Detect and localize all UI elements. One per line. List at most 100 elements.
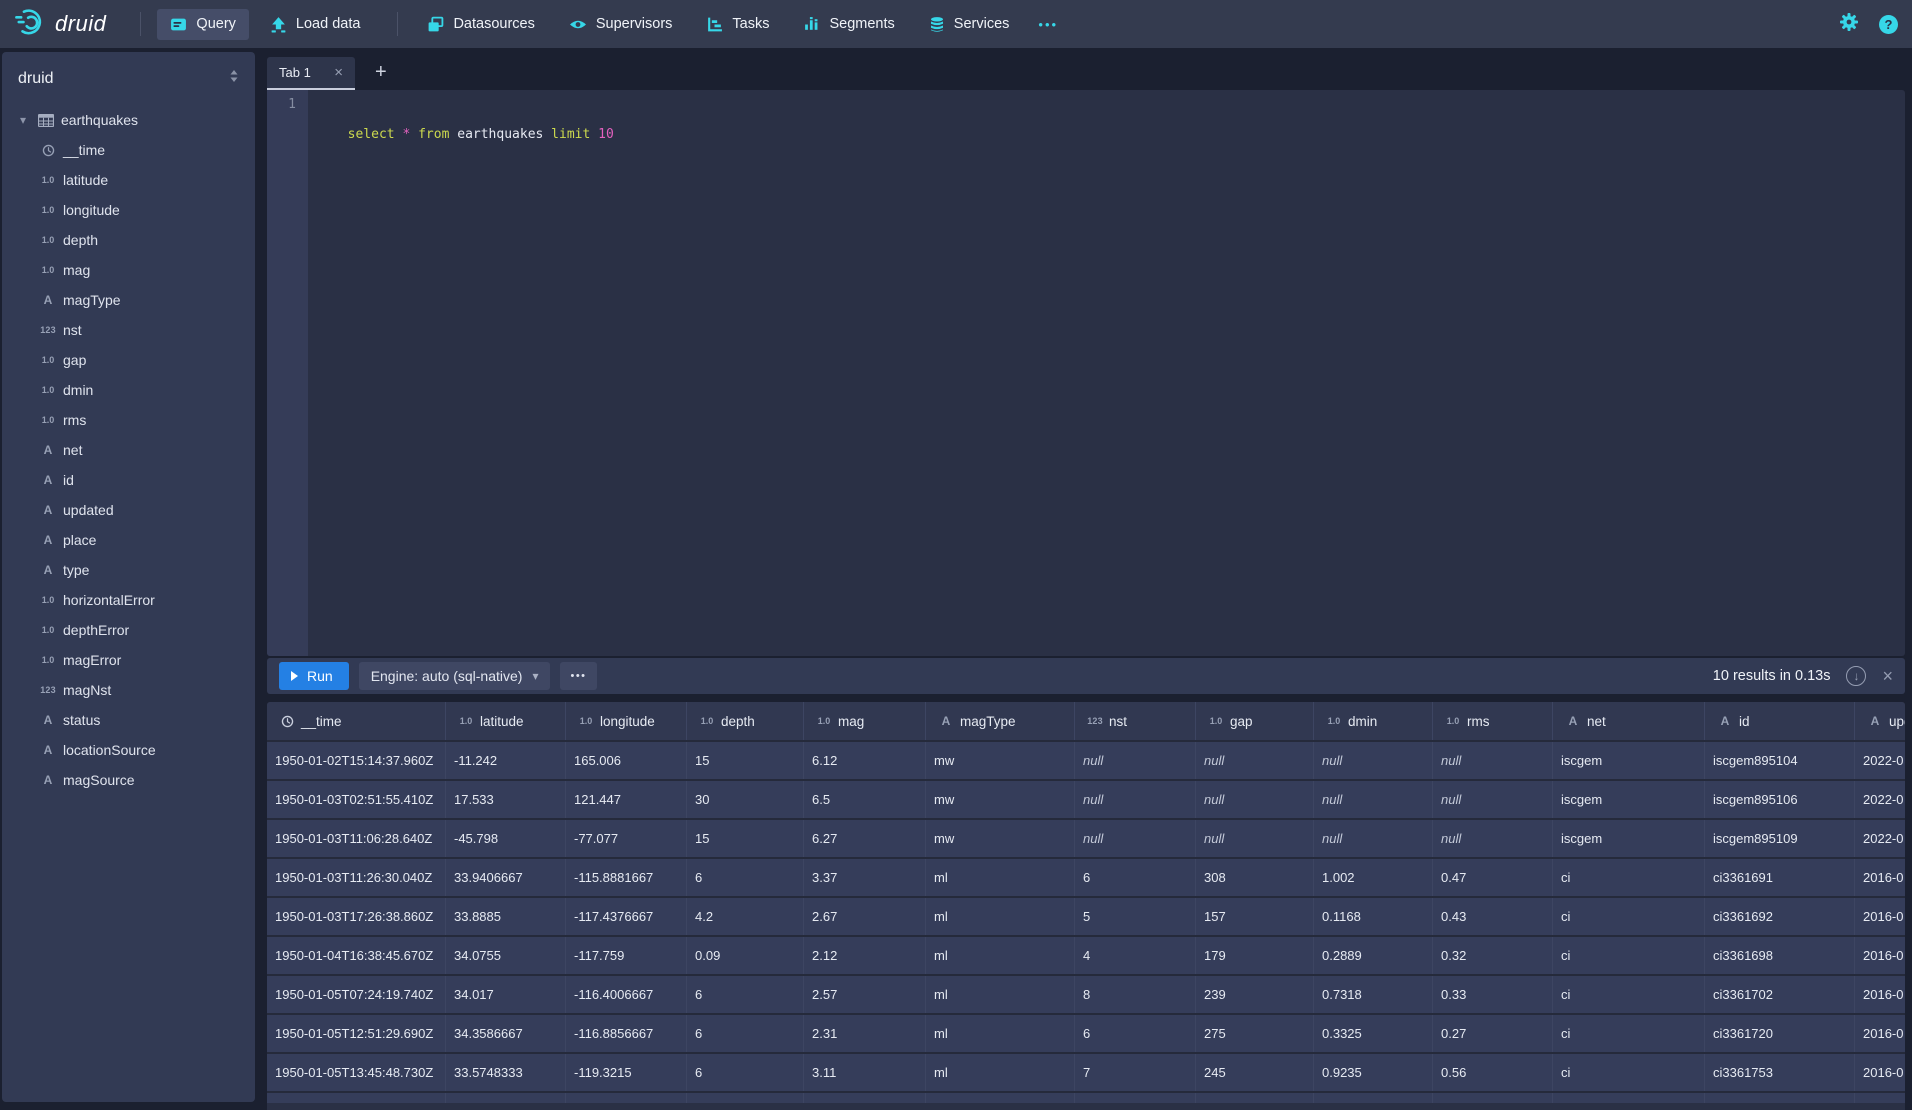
table-cell[interactable]: ml	[926, 898, 1075, 935]
table-cell[interactable]: null	[1196, 820, 1314, 857]
table-cell[interactable]: -116.4006667	[566, 976, 687, 1013]
table-cell[interactable]: null	[1196, 742, 1314, 779]
table-cell[interactable]: 30	[687, 781, 804, 818]
table-cell[interactable]: 1950-01-03T17:26:38.860Z	[267, 898, 446, 935]
table-cell[interactable]: 0.32	[1433, 937, 1553, 974]
table-cell[interactable]: 6	[687, 1015, 804, 1052]
tab-close-icon[interactable]: ×	[334, 65, 343, 80]
table-cell[interactable]: ci	[1553, 898, 1705, 935]
table-cell[interactable]: 1950-01-03T02:51:55.410Z	[267, 781, 446, 818]
table-cell[interactable]: ml	[926, 859, 1075, 896]
add-tab-button[interactable]: +	[369, 61, 393, 90]
table-cell[interactable]: 0.1168	[1314, 898, 1433, 935]
tree-field-item[interactable]: 1.0 depthError	[2, 615, 255, 645]
tree-field-item[interactable]: A locationSource	[2, 735, 255, 765]
tree-field-item[interactable]: 123 nst	[2, 315, 255, 345]
table-cell[interactable]: 8	[1075, 976, 1196, 1013]
table-cell[interactable]: 0.3325	[1314, 1015, 1433, 1052]
table-cell[interactable]: iscgem895104	[1705, 742, 1855, 779]
tree-field-item[interactable]: 1.0 longitude	[2, 195, 255, 225]
table-cell[interactable]: 4.2	[687, 898, 804, 935]
table-cell[interactable]: 15	[687, 742, 804, 779]
table-cell[interactable]: 0.9235	[1314, 1054, 1433, 1091]
table-cell[interactable]: 2022-0	[1855, 820, 1905, 857]
table-cell[interactable]: -11.242	[446, 742, 566, 779]
table-cell[interactable]: 2.57	[804, 976, 926, 1013]
table-cell[interactable]: null	[1075, 781, 1196, 818]
table-cell[interactable]: 179	[1196, 937, 1314, 974]
tree-field-item[interactable]: 1.0 magError	[2, 645, 255, 675]
table-cell[interactable]: 157	[1196, 898, 1314, 935]
table-cell[interactable]: ci3361753	[1705, 1054, 1855, 1091]
tree-field-item[interactable]: 1.0 rms	[2, 405, 255, 435]
table-cell[interactable]: null	[1314, 742, 1433, 779]
tree-field-item[interactable]: 1.0 dmin	[2, 375, 255, 405]
table-cell[interactable]: ml	[926, 1054, 1075, 1091]
table-cell[interactable]: mw	[926, 820, 1075, 857]
table-cell[interactable]: 2.31	[804, 1015, 926, 1052]
table-cell[interactable]: 6	[1075, 1015, 1196, 1052]
table-cell[interactable]: -77.077	[566, 820, 687, 857]
column-header[interactable]: 1.0 longitude	[566, 702, 687, 740]
table-cell[interactable]: null	[1075, 820, 1196, 857]
table-cell[interactable]: 6.27	[804, 820, 926, 857]
tree-field-item[interactable]: A magSource	[2, 765, 255, 795]
tree-field-item[interactable]: A place	[2, 525, 255, 555]
table-cell[interactable]: ci	[1553, 937, 1705, 974]
table-cell[interactable]: 2016-0	[1855, 1054, 1905, 1091]
table-cell[interactable]: 0.56	[1433, 1054, 1553, 1091]
table-cell[interactable]: ci3361720	[1705, 1015, 1855, 1052]
help-icon[interactable]: ?	[1879, 15, 1898, 34]
table-cell[interactable]: ci	[1553, 859, 1705, 896]
engine-select[interactable]: Engine: auto (sql-native) ▾	[359, 662, 551, 690]
table-cell[interactable]: ml	[926, 937, 1075, 974]
table-cell[interactable]: 2016-0	[1855, 898, 1905, 935]
table-cell[interactable]: null	[1075, 742, 1196, 779]
table-cell[interactable]: 34.3586667	[446, 1015, 566, 1052]
column-header[interactable]: __time	[267, 702, 446, 740]
sort-icon[interactable]	[227, 68, 241, 89]
table-cell[interactable]: null	[1433, 781, 1553, 818]
table-cell[interactable]: 15	[687, 820, 804, 857]
column-header[interactable]: 1.0 depth	[687, 702, 804, 740]
table-cell[interactable]: iscgem895106	[1705, 781, 1855, 818]
tree-field-item[interactable]: A updated	[2, 495, 255, 525]
close-results-icon[interactable]: ×	[1882, 667, 1893, 685]
tree-field-item[interactable]: A type	[2, 555, 255, 585]
table-cell[interactable]: 33.5748333	[446, 1054, 566, 1091]
tree-field-item[interactable]: A net	[2, 435, 255, 465]
table-cell[interactable]: -116.8856667	[566, 1015, 687, 1052]
table-cell[interactable]: ci3361702	[1705, 976, 1855, 1013]
column-header[interactable]: A net	[1553, 702, 1705, 740]
table-cell[interactable]: 33.8885	[446, 898, 566, 935]
tree-field-item[interactable]: __time	[2, 135, 255, 165]
table-cell[interactable]: -117.4376667	[566, 898, 687, 935]
nav-datasources[interactable]: Datasources	[414, 9, 547, 40]
table-cell[interactable]: -117.759	[566, 937, 687, 974]
table-cell[interactable]: ml	[926, 976, 1075, 1013]
table-cell[interactable]: 6	[1075, 859, 1196, 896]
table-cell[interactable]: 34.017	[446, 976, 566, 1013]
table-cell[interactable]: 1950-01-02T15:14:37.960Z	[267, 742, 446, 779]
table-cell[interactable]: 0.09	[687, 937, 804, 974]
table-cell[interactable]: 3.11	[804, 1054, 926, 1091]
table-cell[interactable]: 2022-0	[1855, 742, 1905, 779]
table-cell[interactable]: 3.37	[804, 859, 926, 896]
column-header[interactable]: A magType	[926, 702, 1075, 740]
table-cell[interactable]: null	[1196, 781, 1314, 818]
tab-tab1[interactable]: Tab 1 ×	[267, 57, 355, 90]
table-cell[interactable]: 6	[687, 1054, 804, 1091]
table-cell[interactable]: ci	[1553, 1054, 1705, 1091]
table-cell[interactable]: 275	[1196, 1015, 1314, 1052]
table-cell[interactable]: 0.43	[1433, 898, 1553, 935]
sql-editor[interactable]: 1 select * from earthquakes limit 10	[267, 90, 1905, 656]
table-cell[interactable]: 17.533	[446, 781, 566, 818]
table-cell[interactable]: -119.3215	[566, 1054, 687, 1091]
table-cell[interactable]: ci	[1553, 976, 1705, 1013]
table-cell[interactable]: ci3361698	[1705, 937, 1855, 974]
tree-field-item[interactable]: A status	[2, 705, 255, 735]
table-cell[interactable]: mw	[926, 742, 1075, 779]
table-cell[interactable]: 1950-01-03T11:06:28.640Z	[267, 820, 446, 857]
table-cell[interactable]: 308	[1196, 859, 1314, 896]
column-header[interactable]: A id	[1705, 702, 1855, 740]
